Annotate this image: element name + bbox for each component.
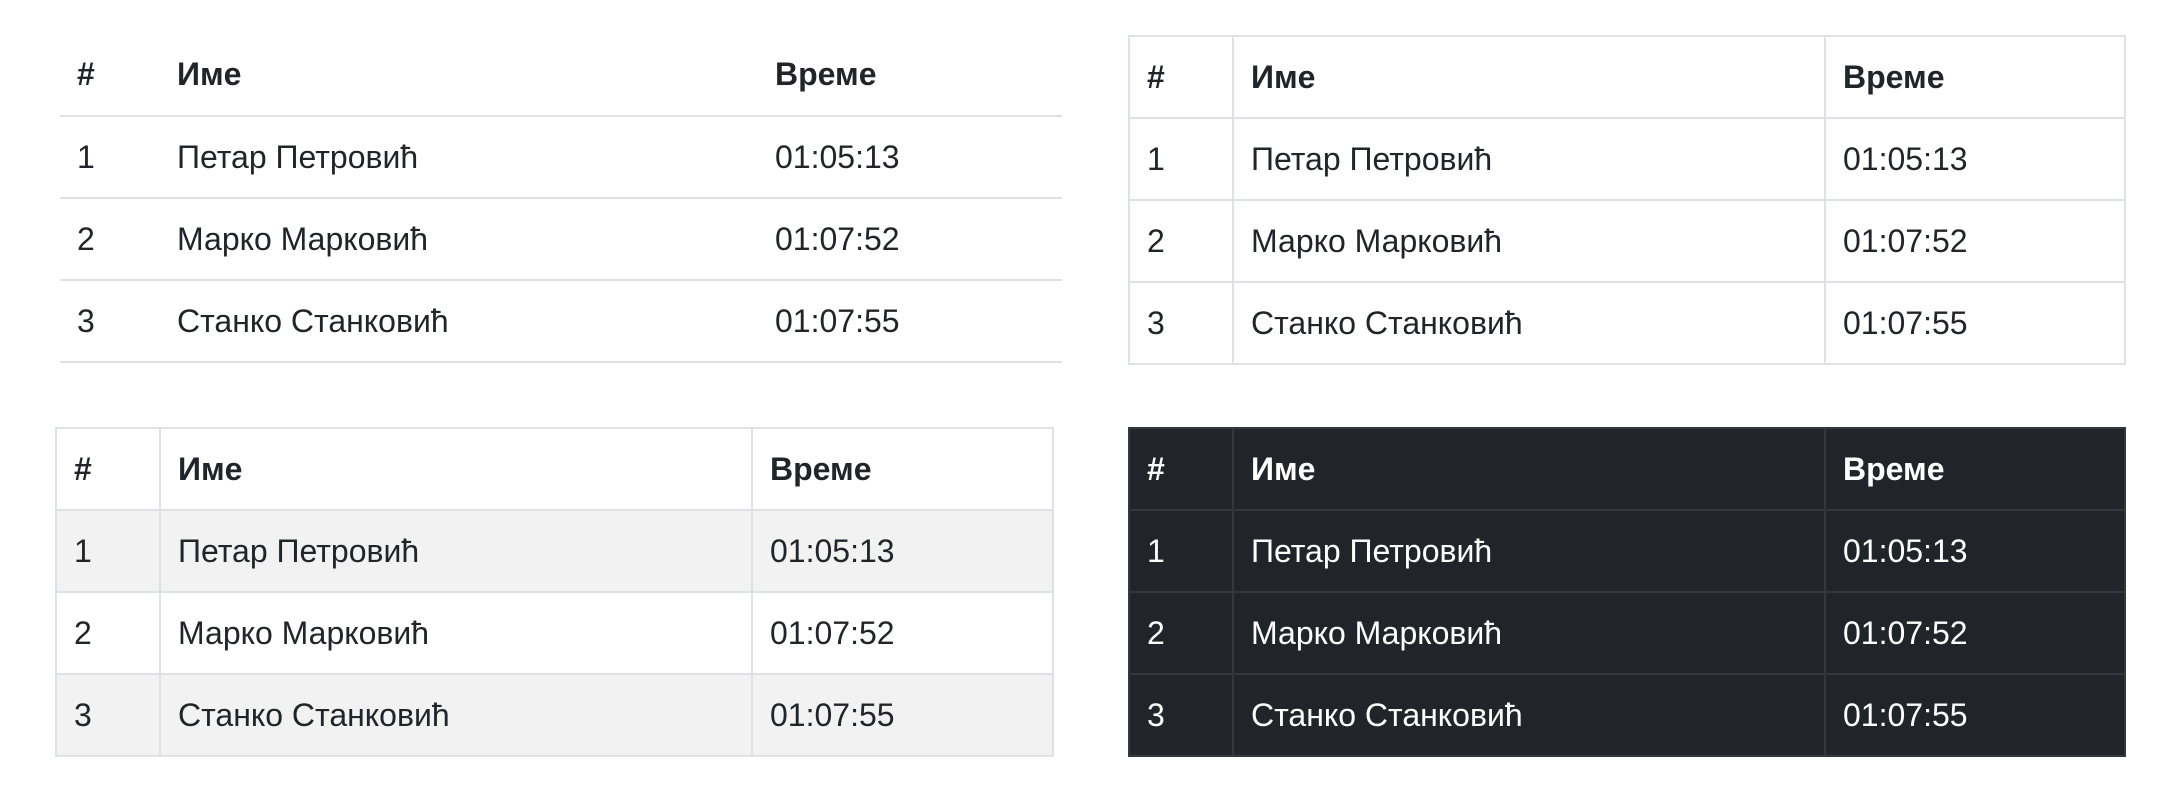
cell-number: 1	[1128, 117, 1234, 201]
column-header-name: Име	[160, 34, 758, 117]
table-header-row: # Име Време	[1128, 35, 2126, 119]
table-row: 3 Станко Станковић 01:07:55	[1128, 281, 2126, 365]
cell-number: 2	[55, 591, 161, 675]
column-header-number: #	[60, 34, 160, 117]
cell-number: 1	[60, 116, 160, 199]
cell-number: 2	[1128, 591, 1234, 675]
cell-time: 01:07:55	[751, 673, 1054, 757]
table-row: 3 Станко Станковић 01:07:55	[60, 280, 1062, 363]
cell-name: Марко Марковић	[1232, 591, 1826, 675]
cell-time: 01:07:52	[751, 591, 1054, 675]
table-row: 2 Марко Марковић 01:07:52	[1128, 199, 2126, 283]
cell-number: 3	[1128, 281, 1234, 365]
table-row: 2 Марко Марковић 01:07:52	[1128, 591, 2126, 675]
results-table-default: # Име Време 1 Петар Петровић 01:05:13 2 …	[60, 34, 1062, 363]
cell-number: 2	[1128, 199, 1234, 283]
cell-name: Станко Станковић	[160, 280, 758, 363]
cell-number: 2	[60, 198, 160, 281]
table-row: 3 Станко Станковић 01:07:55	[1128, 673, 2126, 757]
column-header-number: #	[1128, 35, 1234, 119]
column-header-time: Време	[758, 34, 1062, 117]
table-header-row: # Име Време	[55, 427, 1054, 511]
column-header-name: Име	[159, 427, 753, 511]
results-table-dark: # Име Време 1 Петар Петровић 01:05:13 2 …	[1128, 427, 2126, 757]
table-header-row: # Име Време	[60, 34, 1062, 117]
column-header-name: Име	[1232, 427, 1826, 511]
cell-name: Петар Петровић	[160, 116, 758, 199]
column-header-number: #	[1128, 427, 1234, 511]
cell-number: 1	[1128, 509, 1234, 593]
results-table-striped: # Име Време 1 Петар Петровић 01:05:13 2 …	[55, 427, 1054, 757]
cell-time: 01:05:13	[1824, 117, 2126, 201]
table-row: 1 Петар Петровић 01:05:13	[1128, 509, 2126, 593]
column-header-number: #	[55, 427, 161, 511]
cell-number: 3	[1128, 673, 1234, 757]
cell-time: 01:07:52	[758, 198, 1062, 281]
cell-name: Марко Марковић	[1232, 199, 1826, 283]
results-table-bordered: # Име Време 1 Петар Петровић 01:05:13 2 …	[1128, 35, 2126, 365]
cell-number: 1	[55, 509, 161, 593]
cell-time: 01:05:13	[758, 116, 1062, 199]
table-row: 1 Петар Петровић 01:05:13	[60, 116, 1062, 199]
cell-name: Станко Станковић	[1232, 281, 1826, 365]
table-header-row: # Име Време	[1128, 427, 2126, 511]
cell-name: Марко Марковић	[160, 198, 758, 281]
table-row: 1 Петар Петровић 01:05:13	[55, 509, 1054, 593]
cell-name: Петар Петровић	[159, 509, 753, 593]
column-header-name: Име	[1232, 35, 1826, 119]
cell-time: 01:07:55	[1824, 281, 2126, 365]
column-header-time: Време	[1824, 35, 2126, 119]
table-row: 1 Петар Петровић 01:05:13	[1128, 117, 2126, 201]
cell-time: 01:05:13	[1824, 509, 2126, 593]
table-row: 3 Станко Станковић 01:07:55	[55, 673, 1054, 757]
table-row: 2 Марко Марковић 01:07:52	[55, 591, 1054, 675]
cell-name: Петар Петровић	[1232, 117, 1826, 201]
cell-number: 3	[60, 280, 160, 363]
column-header-time: Време	[751, 427, 1054, 511]
cell-name: Станко Станковић	[1232, 673, 1826, 757]
cell-number: 3	[55, 673, 161, 757]
table-row: 2 Марко Марковић 01:07:52	[60, 198, 1062, 281]
cell-name: Станко Станковић	[159, 673, 753, 757]
cell-time: 01:07:55	[758, 280, 1062, 363]
cell-time: 01:07:55	[1824, 673, 2126, 757]
cell-time: 01:05:13	[751, 509, 1054, 593]
column-header-time: Време	[1824, 427, 2126, 511]
cell-name: Петар Петровић	[1232, 509, 1826, 593]
cell-time: 01:07:52	[1824, 199, 2126, 283]
cell-time: 01:07:52	[1824, 591, 2126, 675]
cell-name: Марко Марковић	[159, 591, 753, 675]
